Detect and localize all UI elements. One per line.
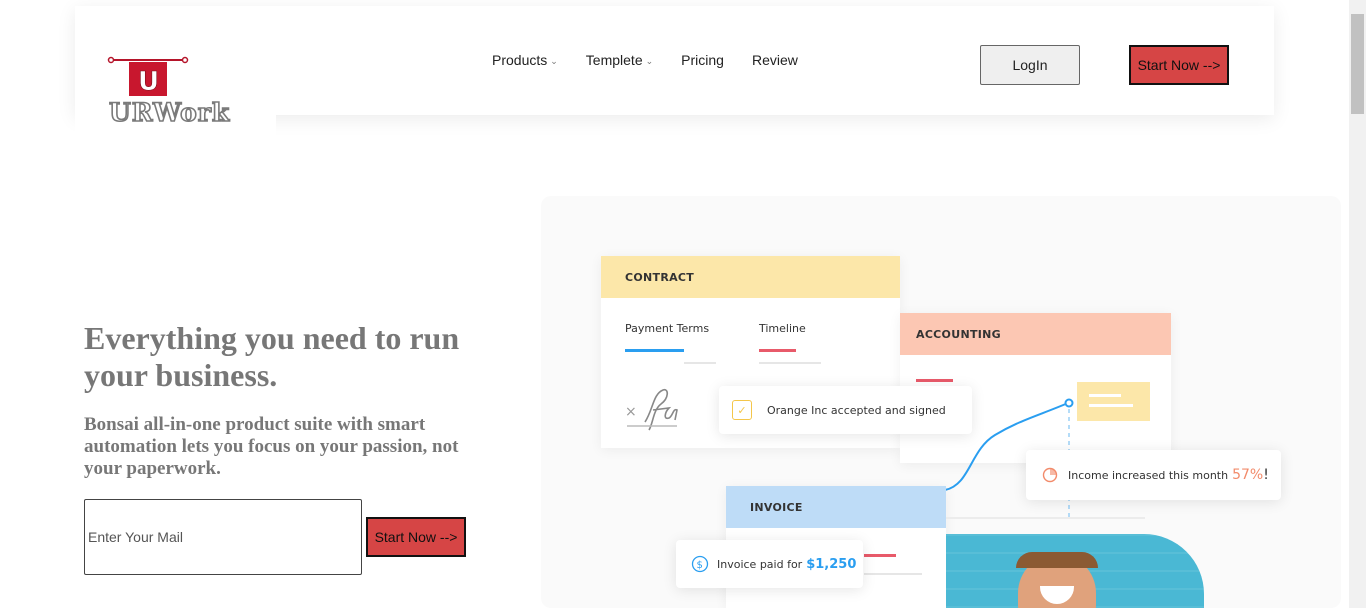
invoice-underline [864,554,896,557]
invoice-paid-value: $1,250 [806,556,857,572]
pie-chart-icon [1042,467,1058,483]
start-now-button-header[interactable]: Start Now --> [1129,45,1229,85]
accounting-card-header: ACCOUNTING [900,313,1171,355]
svg-text:×: × [625,404,637,420]
invoice-paid-toast: $ Invoice paid for $1,250 [676,540,863,588]
timeline-underline [759,349,796,352]
contract-card-header: CONTRACT [601,256,900,298]
invoice-paid-text: Invoice paid for [717,557,803,571]
start-now-button-hero[interactable]: Start Now --> [366,517,466,557]
payment-terms-tab: Payment Terms [625,322,710,335]
payment-terms-underline [625,349,684,352]
invoice-card-header: INVOICE [726,486,946,528]
accounting-underline [916,379,953,382]
main-nav: Products ⌄ Templete ⌄ Pricing Review [492,52,826,68]
nav-item-templete[interactable]: Templete ⌄ [586,52,653,68]
timeline-tab: Timeline [759,322,806,335]
checkbox-icon: ✓ [732,400,752,420]
nav-item-label: Review [751,52,798,68]
nav-item-pricing[interactable]: Pricing [681,52,724,68]
hero-title: Everything you need to run your business… [84,320,460,393]
signature-icon: × [625,388,678,431]
signed-toast: ✓ Orange Inc accepted and signed [719,386,972,434]
signed-toast-text: Orange Inc accepted and signed [767,403,946,417]
chevron-down-icon: ⌄ [550,55,558,66]
logo-text: URWork [108,97,231,128]
nav-item-review[interactable]: Review [752,52,798,68]
nav-item-label: Templete [585,52,643,68]
income-toast-text: Income increased this month [1068,468,1229,482]
hero-subtitle: Bonsai all-in-one product suite with sma… [84,414,459,479]
svg-text:$: $ [697,560,703,571]
divider [1000,517,1145,519]
logo-letter: U [138,67,159,97]
nav-item-products[interactable]: Products ⌄ [492,52,558,68]
income-toast-suffix: ! [1263,467,1269,483]
page-scrollbar[interactable] [1349,0,1366,608]
divider [684,362,716,364]
divider [759,362,821,364]
smiling-man-photo [946,534,1204,608]
divider [864,573,922,575]
income-toast-value: 57% [1232,467,1264,483]
accounting-sticky-note [1077,382,1150,421]
login-button[interactable]: LogIn [980,45,1080,85]
nav-item-label: Products [492,52,548,68]
chevron-down-icon: ⌄ [645,55,654,66]
dollar-coin-icon: $ [691,555,709,573]
logo-banner-icon: U [107,56,189,97]
income-toast: Income increased this month 57% ! [1026,450,1281,500]
brand-logo[interactable]: U URWork [75,6,276,142]
nav-item-label: Pricing [681,52,724,68]
scrollbar-thumb[interactable] [1351,14,1364,114]
email-field[interactable] [84,499,362,575]
